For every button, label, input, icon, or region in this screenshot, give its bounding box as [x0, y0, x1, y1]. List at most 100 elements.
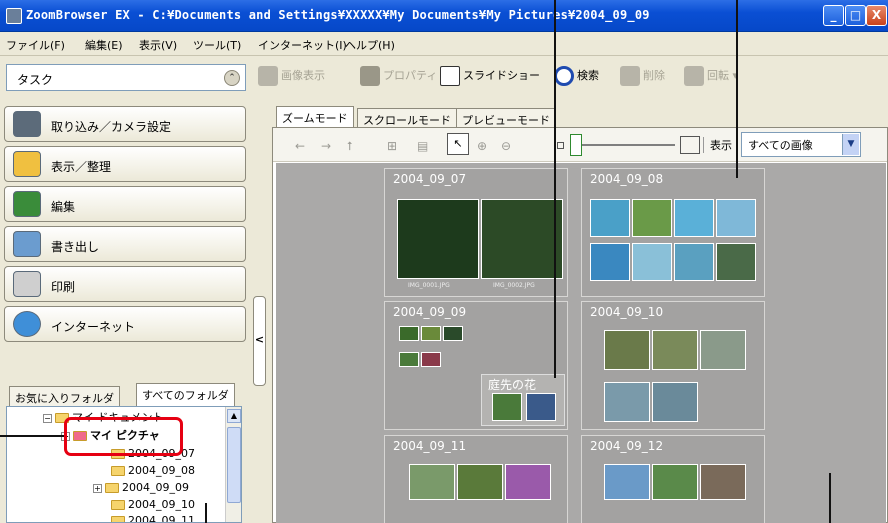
photo-thumbnail[interactable]: [700, 330, 746, 370]
photo-thumbnail[interactable]: [632, 243, 672, 281]
photo-thumbnail[interactable]: [674, 199, 714, 237]
tree-node-2004-09-09[interactable]: +2004_09_09: [93, 481, 189, 494]
folder-group-2004-09-10[interactable]: 2004_09_10: [581, 301, 765, 430]
photo-thumbnail[interactable]: [700, 464, 746, 500]
tab-zoom-mode[interactable]: ズームモード: [276, 106, 354, 128]
forward-arrow-icon[interactable]: →: [321, 139, 331, 153]
zoom-out-icon[interactable]: ⊖: [501, 139, 511, 153]
photo-thumbnail[interactable]: [505, 464, 551, 500]
photo-thumbnail[interactable]: [409, 464, 455, 500]
back-arrow-icon[interactable]: ←: [295, 139, 305, 153]
folder-group-2004-09-08[interactable]: 2004_09_08: [581, 168, 765, 297]
photo-thumbnail[interactable]: [604, 330, 650, 370]
small-thumbnail-icon: [557, 142, 564, 149]
tab-favorite-folders[interactable]: お気に入りフォルダ: [9, 386, 120, 406]
sort-icon[interactable]: ▤: [417, 139, 428, 153]
photo-thumbnail[interactable]: [492, 393, 522, 421]
chevron-down-icon[interactable]: ▼: [842, 134, 859, 155]
tab-all-folders[interactable]: すべてのフォルダ: [136, 383, 235, 406]
camera-icon: [13, 111, 41, 137]
tree-scrollbar[interactable]: ▲: [225, 407, 241, 522]
tree-node-2004-09-10[interactable]: 2004_09_10: [111, 498, 195, 511]
folder-icon: [13, 151, 41, 177]
menu-help[interactable]: ヘルプ(H): [345, 37, 395, 53]
main-toolbar: 画像表示 プロパティ スライドショー 検索 削除 回転 ▾: [252, 60, 888, 94]
view-toolbar: ← → ⭡ ⊞ ▤ ↖ ⊕ ⊖ 表示 すべての画像 ▼: [273, 128, 887, 162]
zoom-in-icon[interactable]: ⊕: [477, 139, 487, 153]
photo-thumbnail[interactable]: [397, 199, 479, 279]
folder-group-2004-09-09[interactable]: 2004_09_09 庭先の花: [384, 301, 568, 430]
rotate-button[interactable]: 回転 ▾: [684, 66, 738, 88]
menu-tools[interactable]: ツール(T): [193, 37, 241, 53]
task-label: タスク: [17, 73, 54, 87]
photo-thumbnail[interactable]: [443, 326, 463, 341]
maximize-button[interactable]: □: [845, 5, 866, 26]
photo-thumbnail[interactable]: [604, 382, 650, 422]
internet-button[interactable]: インターネット: [4, 306, 246, 342]
photo-thumbnail[interactable]: [652, 330, 698, 370]
print-button[interactable]: 印刷: [4, 266, 246, 302]
expand-node-icon[interactable]: +: [93, 483, 102, 493]
folder-group-2004-09-07[interactable]: 2004_09_07 IMG_0001.JPG IMG_0002.JPG: [384, 168, 568, 297]
photo-thumbnail[interactable]: [457, 464, 503, 500]
menu-file[interactable]: ファイル(F): [6, 37, 65, 53]
pointer-tool-icon[interactable]: ↖: [447, 133, 469, 155]
tree-node-2004-09-11[interactable]: 2004_09_11: [111, 514, 195, 522]
photo-thumbnail[interactable]: [481, 199, 563, 279]
browser-view-panel: ← → ⭡ ⊞ ▤ ↖ ⊕ ⊖ 表示 すべての画像 ▼ 2004_09_07 I…: [272, 127, 888, 523]
photo-thumbnail[interactable]: [421, 326, 441, 341]
photo-thumbnail[interactable]: [652, 464, 698, 500]
close-button[interactable]: X: [866, 5, 887, 26]
slideshow-button[interactable]: スライドショー: [440, 66, 540, 88]
annotation-line: [736, 0, 738, 178]
photo-thumbnail[interactable]: [526, 393, 556, 421]
zoom-gallery: 2004_09_07 IMG_0001.JPG IMG_0002.JPG 200…: [276, 163, 886, 523]
scroll-up-icon[interactable]: ▲: [227, 409, 241, 423]
minimize-button[interactable]: _: [823, 5, 844, 26]
menu-internet[interactable]: インターネット(I): [258, 37, 347, 53]
thumbnail-size-slider[interactable]: [573, 144, 675, 146]
delete-button[interactable]: 削除: [620, 66, 665, 88]
slider-thumb[interactable]: [570, 134, 582, 156]
photo-thumbnail[interactable]: [590, 199, 630, 237]
collapse-node-icon[interactable]: −: [43, 413, 52, 423]
tab-scroll-mode[interactable]: スクロールモード: [357, 108, 457, 128]
large-thumbnail-icon: [680, 136, 700, 154]
photo-thumbnail[interactable]: [652, 382, 698, 422]
view-image-button[interactable]: 画像表示: [258, 66, 325, 88]
scroll-thumb[interactable]: [227, 427, 241, 503]
panel-collapse-handle[interactable]: <: [253, 296, 266, 386]
up-folder-icon[interactable]: ⭡: [347, 139, 353, 154]
view-organize-button[interactable]: 表示／整理: [4, 146, 246, 182]
folder-icon: [111, 500, 125, 510]
annotation-line: [0, 435, 64, 437]
subfolder-group[interactable]: 庭先の花: [481, 374, 565, 426]
folder-group-2004-09-11[interactable]: 2004_09_11: [384, 435, 568, 523]
photo-thumbnail[interactable]: [604, 464, 650, 500]
menu-edit[interactable]: 編集(E): [85, 37, 123, 53]
tree-node-2004-09-08[interactable]: 2004_09_08: [111, 464, 195, 477]
properties-button[interactable]: プロパティ: [360, 66, 437, 88]
export-icon: [13, 231, 41, 257]
menu-bar: ファイル(F) 編集(E) 表示(V) ツール(T) インターネット(I) ヘル…: [0, 32, 888, 56]
photo-thumbnail[interactable]: [632, 199, 672, 237]
photo-thumbnail[interactable]: [674, 243, 714, 281]
folder-group-2004-09-12[interactable]: 2004_09_12: [581, 435, 765, 523]
photo-thumbnail[interactable]: [399, 326, 419, 341]
edit-button[interactable]: 編集: [4, 186, 246, 222]
select-all-icon[interactable]: ⊞: [387, 139, 397, 153]
photo-thumbnail[interactable]: [421, 352, 441, 367]
search-button[interactable]: 検索: [554, 66, 599, 88]
import-camera-settings-button[interactable]: 取り込み／カメラ設定: [4, 106, 246, 142]
image-filter-select[interactable]: すべての画像 ▼: [741, 132, 861, 157]
title-bar[interactable]: ZoomBrowser EX - C:¥Documents and Settin…: [0, 0, 888, 32]
photo-thumbnail[interactable]: [716, 243, 756, 281]
photo-thumbnail[interactable]: [590, 243, 630, 281]
photo-thumbnail[interactable]: [399, 352, 419, 367]
export-button[interactable]: 書き出し: [4, 226, 246, 262]
task-panel-header[interactable]: タスク ⌃: [6, 64, 246, 91]
photo-thumbnail[interactable]: [716, 199, 756, 237]
menu-view[interactable]: 表示(V): [139, 37, 177, 53]
collapse-icon[interactable]: ⌃: [224, 70, 240, 86]
tab-preview-mode[interactable]: プレビューモード: [456, 108, 556, 128]
